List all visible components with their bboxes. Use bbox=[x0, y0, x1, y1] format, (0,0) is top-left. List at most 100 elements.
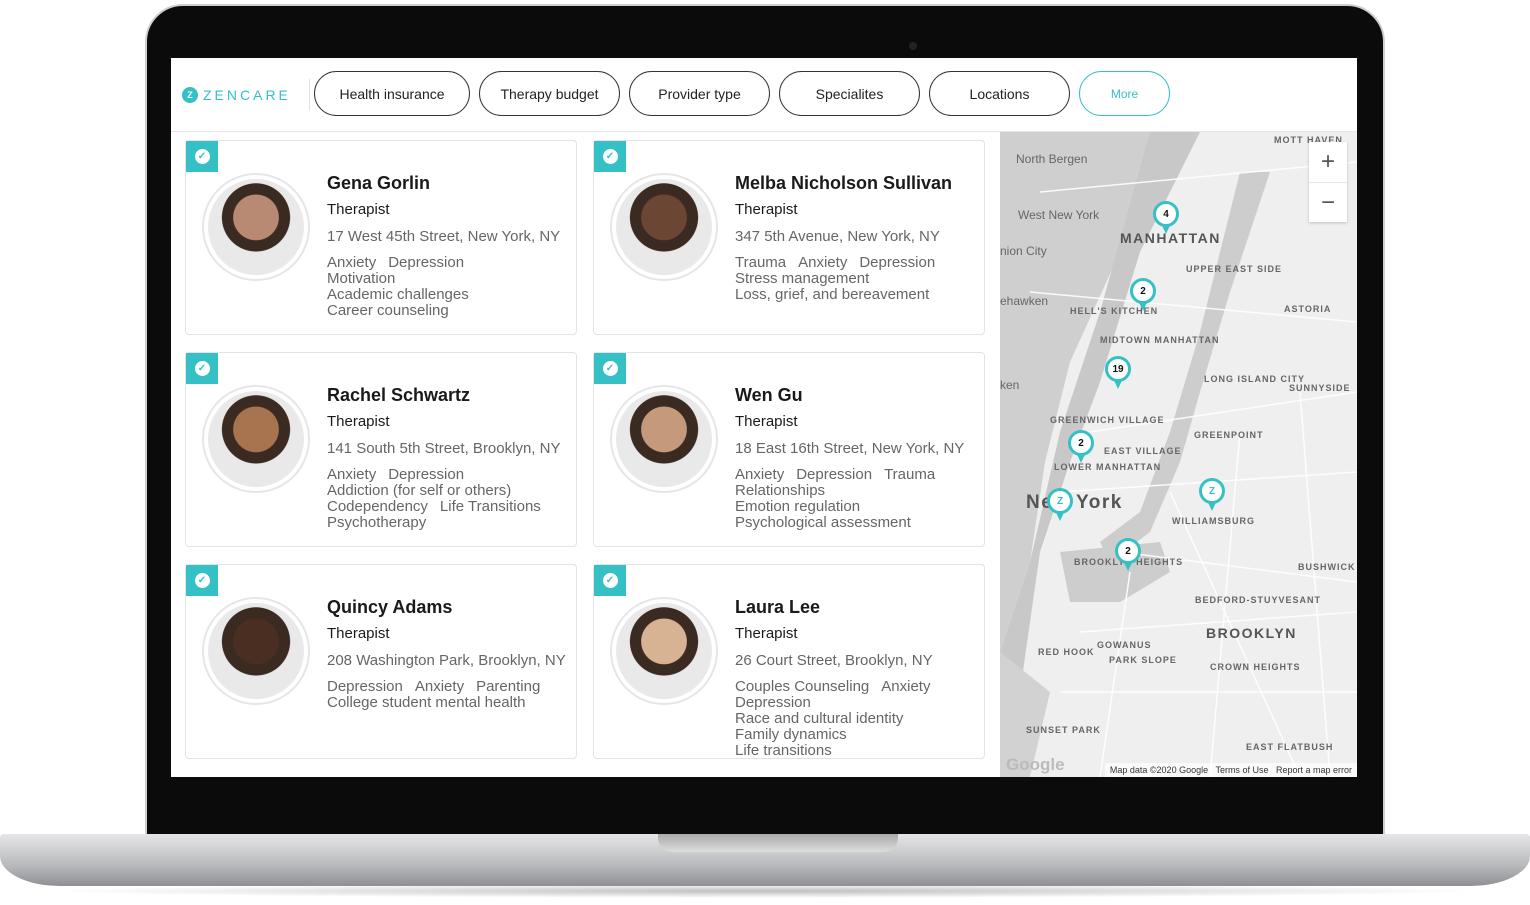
provider-card[interactable]: ✓ Quincy Adams Therapist 208 Washington … bbox=[185, 564, 577, 759]
filter-health-insurance[interactable]: Health insurance bbox=[314, 71, 470, 116]
avatar[interactable] bbox=[610, 385, 718, 493]
specialty-tag: Trauma bbox=[884, 466, 936, 483]
provider-name[interactable]: Laura Lee bbox=[735, 597, 980, 618]
provider-address: 208 Washington Park, Brooklyn, NY bbox=[327, 652, 566, 669]
map-label: UPPER EAST SIDE bbox=[1186, 264, 1283, 274]
check-circle-icon: ✓ bbox=[602, 573, 618, 588]
specialty-row: Emotion regulation bbox=[735, 499, 980, 515]
specialty-tag: Addiction (for self or others) bbox=[327, 482, 512, 499]
specialty-tag: Anxiety bbox=[327, 466, 377, 483]
specialty-row: Loss, grief, and bereavement bbox=[735, 287, 980, 303]
screen: Z ZENCARE Health insurance Therapy budge… bbox=[171, 58, 1357, 777]
avatar[interactable] bbox=[202, 385, 310, 493]
provider-address: 17 West 45th Street, New York, NY bbox=[327, 228, 561, 245]
specialty-row: Family dynamics bbox=[735, 727, 980, 743]
specialty-tag: Emotion regulation bbox=[735, 498, 861, 515]
map-label: West New York bbox=[1018, 208, 1100, 222]
avatar[interactable] bbox=[610, 597, 718, 705]
specialty-tag: Depression bbox=[859, 254, 936, 271]
provider-name[interactable]: Gena Gorlin bbox=[327, 173, 572, 194]
specialty-tag: Loss, grief, and bereavement bbox=[735, 286, 930, 303]
filter-more[interactable]: More bbox=[1079, 71, 1170, 116]
verified-badge: ✓ bbox=[186, 353, 218, 384]
verified-badge: ✓ bbox=[186, 565, 218, 596]
filter-therapy-budget[interactable]: Therapy budget bbox=[479, 71, 620, 116]
specialty-tag: Life Transitions bbox=[439, 498, 541, 515]
specialty-row: Couples Counseling Anxiety bbox=[735, 679, 980, 695]
provider-address: 18 East 16th Street, New York, NY bbox=[735, 440, 965, 457]
specialty-tag: Depression bbox=[388, 254, 465, 271]
provider-name[interactable]: Quincy Adams bbox=[327, 597, 572, 618]
provider-pin[interactable]: Z bbox=[1199, 478, 1225, 512]
provider-card[interactable]: ✓ Melba Nicholson Sullivan Therapist 347… bbox=[593, 140, 985, 335]
provider-address: 141 South 5th Street, Brooklyn, NY bbox=[327, 440, 561, 457]
zoom-out-button[interactable]: − bbox=[1309, 182, 1347, 222]
cluster-pin[interactable]: 2 bbox=[1068, 430, 1094, 464]
specialty-row: Psychological assessment bbox=[735, 515, 980, 531]
cluster-pin[interactable]: 19 bbox=[1105, 356, 1131, 390]
report-link[interactable]: Report a map error bbox=[1276, 765, 1352, 775]
specialty-row: Depression bbox=[735, 695, 980, 711]
cluster-pin[interactable]: 2 bbox=[1130, 278, 1156, 312]
specialty-row: Addiction (for self or others) bbox=[327, 483, 572, 499]
terms-link[interactable]: Terms of Use bbox=[1215, 765, 1268, 775]
verified-badge: ✓ bbox=[594, 141, 626, 172]
specialty-tag: Couples Counseling bbox=[735, 678, 870, 695]
specialty-row: Career counseling bbox=[327, 303, 572, 319]
check-circle-icon: ✓ bbox=[194, 573, 210, 588]
provider-card[interactable]: ✓ Laura Lee Therapist 26 Court Street, B… bbox=[593, 564, 985, 759]
map[interactable]: North Bergen West New York nion City ehawke… bbox=[1000, 132, 1357, 777]
specialty-tag: Anxiety bbox=[735, 466, 785, 483]
specialty-tag: Depression bbox=[327, 678, 403, 695]
specialty-tag: Psychotherapy bbox=[327, 514, 427, 531]
provider-specialties: Anxiety Depression Motivation Academic chal… bbox=[327, 255, 572, 319]
verified-badge: ✓ bbox=[594, 353, 626, 384]
verified-badge: ✓ bbox=[186, 141, 218, 172]
map-label: ken bbox=[1000, 378, 1020, 392]
map-pin-icon: Z bbox=[1199, 478, 1225, 504]
map-label: WILLIAMSBURG bbox=[1172, 516, 1255, 526]
avatar[interactable] bbox=[202, 597, 310, 705]
cluster-pin[interactable]: 2 bbox=[1115, 538, 1141, 572]
specialty-tag: Parenting bbox=[476, 678, 541, 695]
provider-specialties: Anxiety Depression Trauma Relationships Emot… bbox=[735, 467, 980, 531]
provider-card[interactable]: ✓ Wen Gu Therapist 18 East 16th Street, … bbox=[593, 352, 985, 547]
provider-card[interactable]: ✓ Gena Gorlin Therapist 17 West 45th Str… bbox=[185, 140, 577, 335]
specialty-tag: Trauma bbox=[735, 254, 787, 271]
filter-specialties[interactable]: Specialites bbox=[779, 71, 920, 116]
camera bbox=[909, 42, 917, 50]
map-label: EAST VILLAGE bbox=[1104, 446, 1182, 456]
specialty-row: Race and cultural identity bbox=[735, 711, 980, 727]
map-pin-icon: 2 bbox=[1115, 538, 1141, 564]
map-pin-icon: 4 bbox=[1153, 201, 1179, 227]
map-label: nion City bbox=[1000, 244, 1047, 258]
specialty-row: Life transitions bbox=[735, 743, 980, 759]
provider-role: Therapist bbox=[735, 625, 798, 642]
specialty-row: Anxiety Depression Trauma bbox=[735, 467, 980, 483]
map-label: CROWN HEIGHTS bbox=[1210, 662, 1301, 672]
zoom-in-button[interactable]: + bbox=[1309, 142, 1347, 182]
map-label: BUSHWICK bbox=[1298, 562, 1356, 572]
provider-name[interactable]: Melba Nicholson Sullivan bbox=[735, 173, 980, 194]
zencare-logo[interactable]: Z ZENCARE bbox=[182, 78, 310, 111]
specialty-tag: Depression bbox=[735, 694, 811, 711]
provider-pin[interactable]: Z bbox=[1047, 488, 1073, 522]
provider-name[interactable]: Wen Gu bbox=[735, 385, 980, 406]
avatar[interactable] bbox=[610, 173, 718, 281]
provider-role: Therapist bbox=[327, 201, 390, 218]
provider-role: Therapist bbox=[327, 413, 390, 430]
provider-name[interactable]: Rachel Schwartz bbox=[327, 385, 572, 406]
map-label: SUNNYSIDE bbox=[1289, 383, 1351, 393]
provider-address: 347 5th Avenue, New York, NY bbox=[735, 228, 940, 245]
avatar[interactable] bbox=[202, 173, 310, 281]
specialty-tag: Anxiety bbox=[414, 678, 465, 695]
logo-text: ZENCARE bbox=[203, 86, 291, 103]
specialty-tag: Career counseling bbox=[327, 302, 449, 319]
check-circle-icon: ✓ bbox=[602, 149, 618, 164]
map-label: BROOKLYN bbox=[1206, 625, 1297, 641]
cluster-pin[interactable]: 4 bbox=[1153, 201, 1179, 235]
filter-provider-type[interactable]: Provider type bbox=[629, 71, 770, 116]
provider-card[interactable]: ✓ Rachel Schwartz Therapist 141 South 5t… bbox=[185, 352, 577, 547]
filter-locations[interactable]: Locations bbox=[929, 71, 1070, 116]
specialty-tag: Relationships bbox=[735, 482, 826, 499]
